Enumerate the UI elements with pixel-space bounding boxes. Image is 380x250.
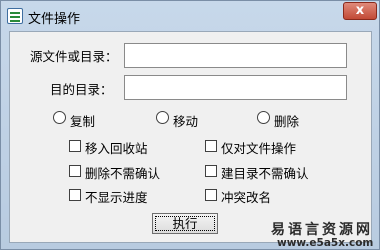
checkbox-files-only-label: 仅对文件操作	[221, 141, 297, 156]
source-label: 源文件或目录：	[30, 49, 118, 64]
checkbox-mkdir-no-confirm-label: 建目录不需确认	[221, 166, 309, 181]
watermark-text: 易语言资源网	[271, 222, 373, 238]
checkbox-recycle[interactable]	[69, 140, 81, 152]
checkbox-mkdir-no-confirm[interactable]	[205, 165, 217, 177]
checkbox-files-only[interactable]	[205, 140, 217, 152]
watermark-url: www.e5a5x.com	[277, 237, 374, 249]
radio-move[interactable]	[156, 111, 169, 124]
checkbox-no-progress[interactable]	[69, 189, 81, 201]
app-icon	[7, 8, 23, 24]
radio-delete[interactable]	[257, 111, 270, 124]
checkbox-delete-no-confirm-label: 删除不需确认	[85, 166, 161, 181]
close-button[interactable]: x	[343, 2, 377, 20]
radio-copy-label: 复制	[70, 114, 96, 129]
radio-delete-label: 删除	[274, 114, 300, 129]
client-area: 源文件或目录： 目的目录： 复制 移动 删除 移入回收站 仅对文件操作 删除不需…	[9, 31, 372, 243]
checkbox-delete-no-confirm[interactable]	[69, 165, 81, 177]
radio-copy[interactable]	[53, 111, 66, 124]
radio-move-label: 移动	[173, 114, 199, 129]
file-operation-window: 文件操作 x 源文件或目录： 目的目录： 复制 移动 删除 移入回收站 仅对文件…	[0, 0, 380, 250]
checkbox-rename-conflict-label: 冲突改名	[221, 190, 272, 205]
window-title: 文件操作	[28, 12, 81, 27]
title-bar[interactable]: 文件操作 x	[1, 1, 379, 31]
execute-button[interactable]: 执行	[152, 213, 218, 234]
checkbox-no-progress-label: 不显示进度	[85, 190, 148, 205]
target-input[interactable]	[124, 75, 347, 100]
source-input[interactable]	[124, 43, 347, 68]
target-label: 目的目录：	[50, 82, 113, 97]
checkbox-rename-conflict[interactable]	[205, 189, 217, 201]
checkbox-recycle-label: 移入回收站	[85, 141, 148, 156]
